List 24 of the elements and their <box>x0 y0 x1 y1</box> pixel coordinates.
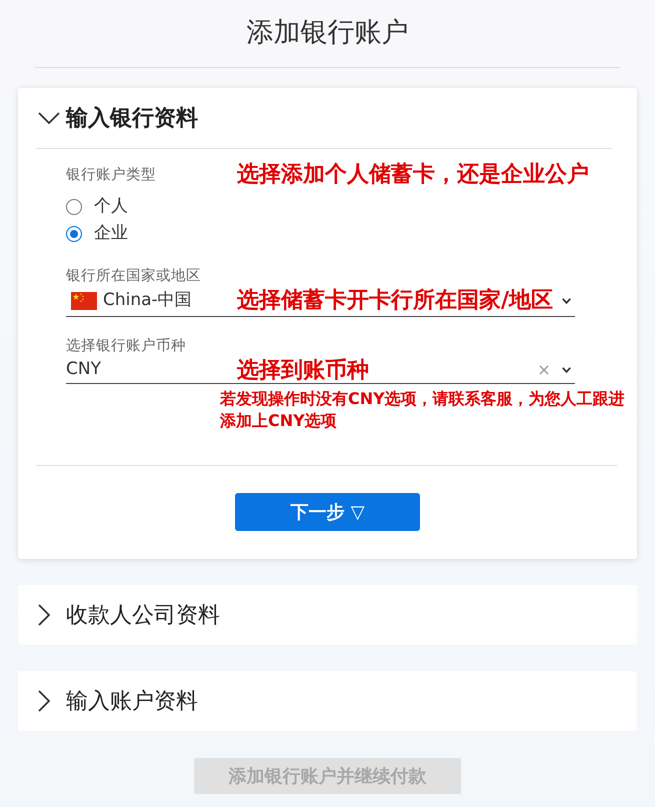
clear-icon[interactable] <box>539 364 549 374</box>
radio-button[interactable] <box>66 226 82 242</box>
radio-label[interactable]: 企业 <box>94 220 128 246</box>
section-header[interactable]: 收款人公司资料 <box>18 585 637 645</box>
radio-button[interactable] <box>66 198 82 214</box>
annotation-text: 选择储蓄卡开卡行所在国家/地区 <box>237 290 554 312</box>
annotation-text: 选择添加个人储蓄卡，还是企业公户 <box>237 164 589 186</box>
field-label: 银行账户类型 <box>66 166 156 185</box>
chevron-right-icon <box>38 690 50 712</box>
annotation-note: 若发现操作时没有CNY选项，请联系客服，为您人工跟进添加上CNY选项 <box>220 388 626 432</box>
chevron-right-icon <box>38 604 50 626</box>
field-label: 选择银行账户币种 <box>66 336 186 356</box>
radio-label[interactable]: 个人 <box>94 194 128 220</box>
chevron-down-icon <box>38 112 60 124</box>
field-label: 银行所在国家或地区 <box>66 266 201 286</box>
submit-button: 添加银行账户并继续付款 <box>194 758 461 794</box>
page-title: 添加银行账户 <box>246 16 410 50</box>
annotation-text: 选择到账币种 <box>237 360 369 382</box>
section-header[interactable]: 输入银行资料 <box>18 88 637 148</box>
chevron-down-icon <box>562 366 571 372</box>
flag-icon <box>71 292 97 310</box>
next-button[interactable]: 下一步 ▽ <box>235 493 420 531</box>
section-header[interactable]: 输入账户资料 <box>18 671 637 731</box>
chevron-down-icon <box>562 298 571 304</box>
